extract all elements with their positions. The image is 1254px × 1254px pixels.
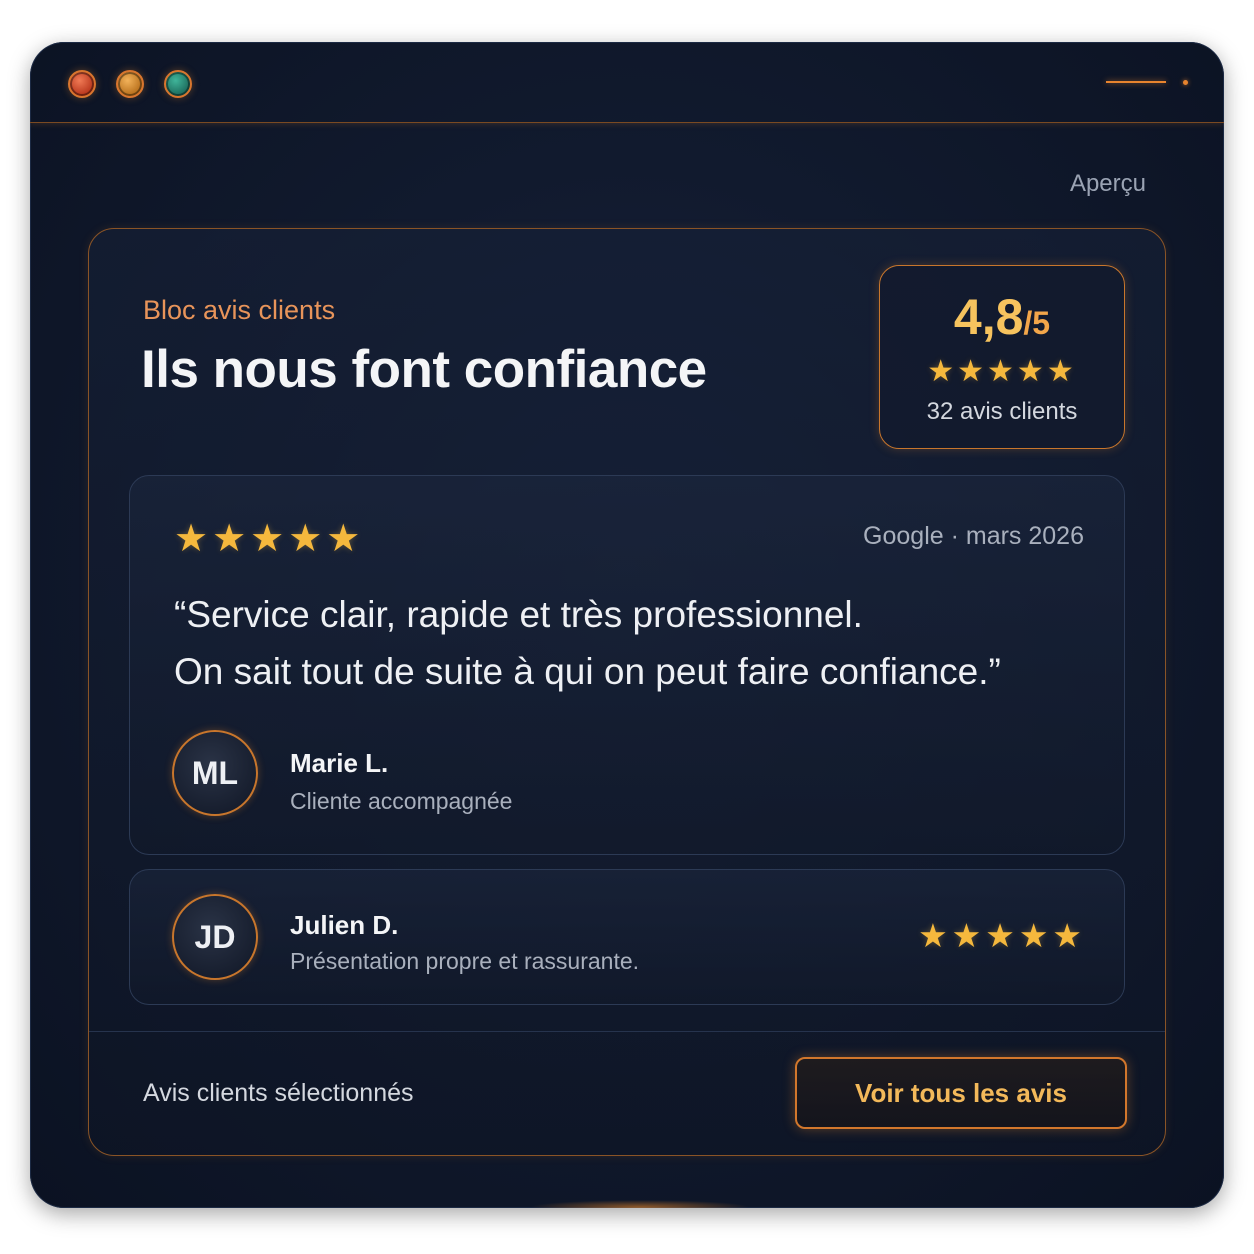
- review-author-role: Cliente accompagnée: [290, 788, 513, 814]
- preview-label: Aperçu: [1069, 170, 1146, 197]
- avatar: JD: [172, 894, 258, 980]
- review-author-name: Marie L.: [290, 748, 389, 778]
- review-quote-line: On sait tout de suite à qui on peut fair…: [174, 651, 1001, 692]
- rating-max: /5: [1023, 305, 1051, 341]
- review-stars-icon: ★★★★★: [918, 917, 1086, 954]
- close-window-button[interactable]: [68, 70, 96, 98]
- review-stars-icon: ★★★★★: [174, 518, 365, 560]
- review-author-comment: Présentation propre et rassurante.: [290, 948, 640, 974]
- review-card-featured: ★★★★★ Google · mars 2026 “Service clair,…: [129, 475, 1125, 855]
- block-eyebrow: Bloc avis clients: [143, 295, 336, 325]
- avatar: ML: [172, 730, 258, 816]
- footer-caption: Avis clients sélectionnés: [143, 1079, 414, 1107]
- title-bar: [30, 42, 1224, 123]
- review-source: Google · mars 2026: [863, 522, 1084, 550]
- see-all-reviews-button[interactable]: Voir tous les avis: [795, 1057, 1127, 1129]
- block-headline: Ils nous font confiance: [141, 340, 707, 399]
- rating-score: 4,8/5: [880, 288, 1124, 346]
- review-card-compact: JD Julien D. Présentation propre et rass…: [129, 869, 1125, 1005]
- review-author-name: Julien D.: [290, 910, 399, 940]
- rating-count: 32 avis clients: [926, 398, 1078, 425]
- accent-line-decoration: [1106, 81, 1166, 83]
- rating-stars-icon: ★★★★★: [927, 355, 1077, 388]
- rating-summary: 4,8/5 ★★★★★ 32 avis clients: [879, 265, 1125, 449]
- app-window: Aperçu Bloc avis clients Ils nous font c…: [30, 42, 1224, 1208]
- reviews-block-card: Bloc avis clients Ils nous font confianc…: [88, 228, 1166, 1156]
- footer-divider: [89, 1031, 1165, 1032]
- rating-value: 4,8: [953, 289, 1024, 345]
- accent-dot-decoration: [1183, 80, 1188, 85]
- maximize-window-button[interactable]: [164, 70, 192, 98]
- review-quote-line: “Service clair, rapide et très professio…: [174, 594, 863, 635]
- minimize-window-button[interactable]: [116, 70, 144, 98]
